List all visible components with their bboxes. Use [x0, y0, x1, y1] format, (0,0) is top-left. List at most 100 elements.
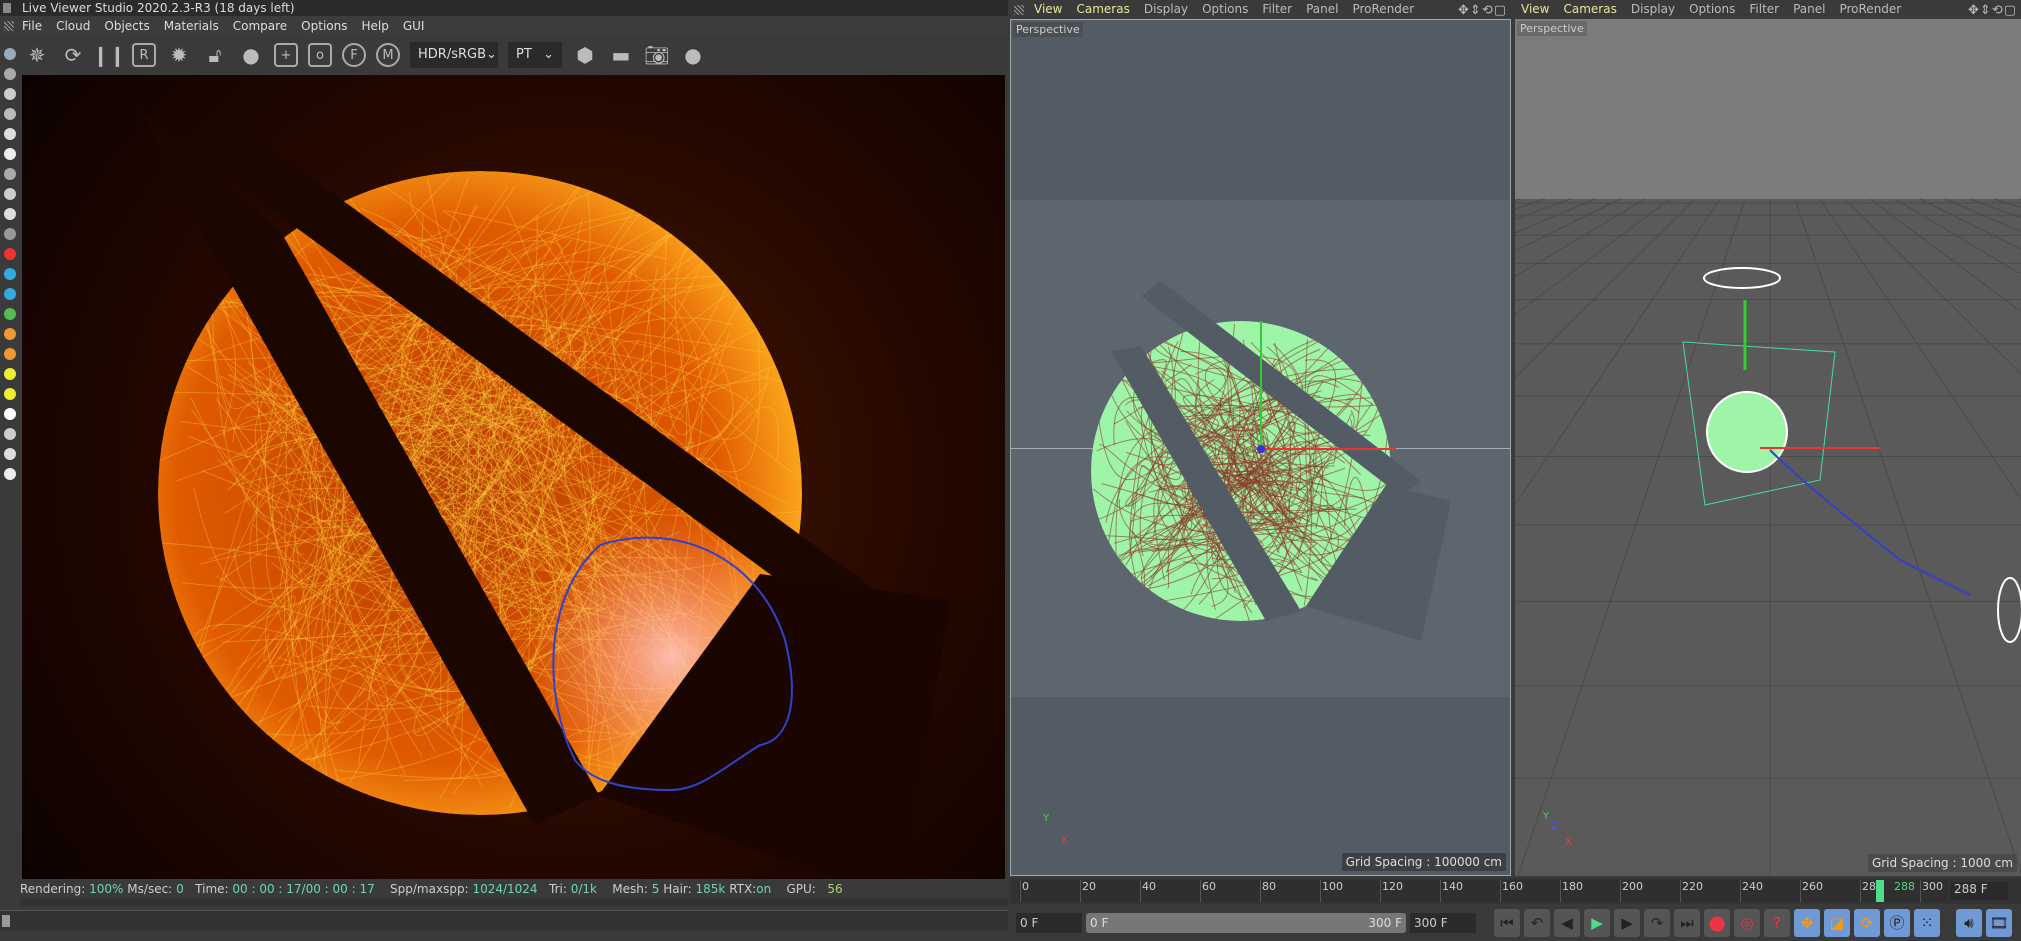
playhead[interactable]: 288: [1876, 880, 1915, 902]
tool-icon[interactable]: [4, 428, 16, 440]
spp-label: Spp/maxspp:: [390, 882, 469, 896]
tool-icon[interactable]: [4, 88, 16, 100]
tool-icon[interactable]: [4, 448, 16, 460]
menu-file[interactable]: File: [22, 16, 42, 36]
viewport-nav-icons[interactable]: ✥⇕⟲▢: [1458, 1, 1507, 20]
rectangle-icon[interactable]: ▬: [608, 42, 634, 68]
frame-range-slider[interactable]: 0 F 300 F: [1086, 912, 1406, 933]
param-key-icon[interactable]: Ⓟ: [1884, 908, 1910, 937]
add-region-icon[interactable]: +: [274, 43, 298, 67]
tool-icon[interactable]: [4, 348, 16, 360]
viewport-nav-icons[interactable]: ✥⇕⟲▢: [1968, 1, 2017, 20]
next-frame-icon[interactable]: ▶: [1614, 908, 1640, 937]
tool-icon[interactable]: [4, 208, 16, 220]
sphere-icon[interactable]: ●: [238, 42, 264, 68]
camera-label[interactable]: Perspective: [1517, 21, 1587, 36]
hair-label: Hair:: [663, 882, 692, 896]
grip-handle[interactable]: [4, 21, 14, 31]
vp2-menu-view[interactable]: View: [1521, 0, 1549, 19]
menu-objects[interactable]: Objects: [104, 16, 149, 36]
material-ball-icon[interactable]: ●: [680, 42, 706, 68]
current-frame-field[interactable]: 288 F: [1950, 882, 2008, 900]
vp2-menu-display[interactable]: Display: [1631, 0, 1675, 19]
tool-icon[interactable]: [4, 308, 16, 320]
vp2-menu-prorender[interactable]: ProRender: [1839, 0, 1901, 19]
gear-icon[interactable]: ✹: [166, 42, 192, 68]
help-icon[interactable]: ?: [1764, 908, 1790, 937]
menu-compare[interactable]: Compare: [233, 16, 287, 36]
next-key-icon[interactable]: ↷: [1644, 908, 1670, 937]
viewport-1[interactable]: Perspective Y X Grid Spacing : 100000 cm: [1010, 19, 1511, 876]
vp1-menu-display[interactable]: Display: [1144, 0, 1188, 19]
prev-frame-icon[interactable]: ◀: [1554, 908, 1580, 937]
end-frame-field[interactable]: 300 F: [1410, 912, 1476, 933]
move-key-icon[interactable]: ✥: [1794, 908, 1820, 937]
tool-icon[interactable]: [4, 168, 16, 180]
tool-icon[interactable]: [4, 408, 16, 420]
tool-icon[interactable]: [4, 68, 16, 80]
rtx-value: on: [756, 882, 772, 896]
prev-key-icon[interactable]: ↶: [1524, 908, 1550, 937]
menu-options[interactable]: Options: [301, 16, 347, 36]
tool-icon[interactable]: [4, 368, 16, 380]
tool-icon[interactable]: [4, 288, 16, 300]
scale-key-icon[interactable]: ◪: [1824, 908, 1850, 937]
point-level-icon[interactable]: ⁙: [1914, 908, 1940, 937]
viewport-2[interactable]: Perspective Y Z X Grid Spacing : 1000 cm: [1515, 19, 2021, 876]
rotate-key-icon[interactable]: ⟳: [1854, 908, 1880, 937]
vp2-menu-filter[interactable]: Filter: [1749, 0, 1779, 19]
refresh-icon[interactable]: ⟳: [60, 42, 86, 68]
render-view[interactable]: [22, 75, 1005, 900]
horizontal-scrollbar[interactable]: [0, 910, 1008, 930]
tri-value: 0/1k: [570, 882, 597, 896]
unlock-icon[interactable]: 🔓︎: [202, 42, 228, 68]
play-icon[interactable]: ▶: [1584, 908, 1610, 937]
tool-icon[interactable]: [4, 188, 16, 200]
color-mode-select[interactable]: HDR/sRGB ⌄: [410, 42, 498, 68]
start-frame-field[interactable]: 0 F: [1016, 912, 1082, 933]
timeline-ruler[interactable]: 0 20 40 60 80 100 120 140 160 180 200 220 240 260 280 3…: [1018, 880, 1948, 902]
film-icon[interactable]: 🎞︎: [1986, 908, 2012, 937]
go-to-end-icon[interactable]: ⏭: [1674, 908, 1700, 937]
menu-help[interactable]: Help: [361, 16, 388, 36]
vp2-menu-cameras[interactable]: Cameras: [1563, 0, 1616, 19]
r-icon[interactable]: R: [132, 43, 156, 67]
vp1-menu-filter[interactable]: Filter: [1262, 0, 1292, 19]
vp1-menu-panel[interactable]: Panel: [1306, 0, 1338, 19]
menu-cloud[interactable]: Cloud: [56, 16, 90, 36]
tool-icon[interactable]: [4, 48, 16, 60]
tool-icon[interactable]: [4, 228, 16, 240]
sound-icon[interactable]: 🔊︎: [1956, 908, 1982, 937]
menu-materials[interactable]: Materials: [164, 16, 219, 36]
render-icon[interactable]: ✵: [24, 42, 50, 68]
hexagon-icon[interactable]: ⬢: [572, 42, 598, 68]
vp1-menu-prorender[interactable]: ProRender: [1352, 0, 1414, 19]
tool-icon[interactable]: [4, 128, 16, 140]
tool-icon[interactable]: [4, 148, 16, 160]
scrollbar-thumb[interactable]: [2, 915, 10, 927]
camera-label[interactable]: Perspective: [1013, 22, 1083, 37]
kernel-select[interactable]: PT ⌄: [508, 42, 562, 68]
zero-region-icon[interactable]: o: [308, 43, 332, 67]
vp2-menu-options[interactable]: Options: [1689, 0, 1735, 19]
m-pin-icon[interactable]: M: [376, 43, 400, 67]
tool-icon[interactable]: [4, 248, 16, 260]
f-pin-icon[interactable]: F: [342, 43, 366, 67]
go-to-start-icon[interactable]: ⏮: [1494, 908, 1520, 937]
grip-handle[interactable]: [1014, 5, 1024, 15]
pause-icon[interactable]: ❙❙: [92, 42, 126, 68]
vp1-menu-cameras[interactable]: Cameras: [1076, 0, 1129, 19]
menu-gui[interactable]: GUI: [403, 16, 425, 36]
tool-icon[interactable]: [4, 388, 16, 400]
tool-icon[interactable]: [4, 468, 16, 480]
vp1-menu-view[interactable]: View: [1034, 0, 1062, 19]
tool-icon[interactable]: [4, 328, 16, 340]
grid-line: [1894, 198, 2021, 275]
tool-icon[interactable]: [4, 108, 16, 120]
camera-icon[interactable]: 📷︎: [644, 42, 670, 68]
vp1-menu-options[interactable]: Options: [1202, 0, 1248, 19]
autokey-icon[interactable]: ◎: [1734, 908, 1760, 937]
tool-icon[interactable]: [4, 268, 16, 280]
vp2-menu-panel[interactable]: Panel: [1793, 0, 1825, 19]
record-key-icon[interactable]: ⬤: [1704, 908, 1730, 937]
